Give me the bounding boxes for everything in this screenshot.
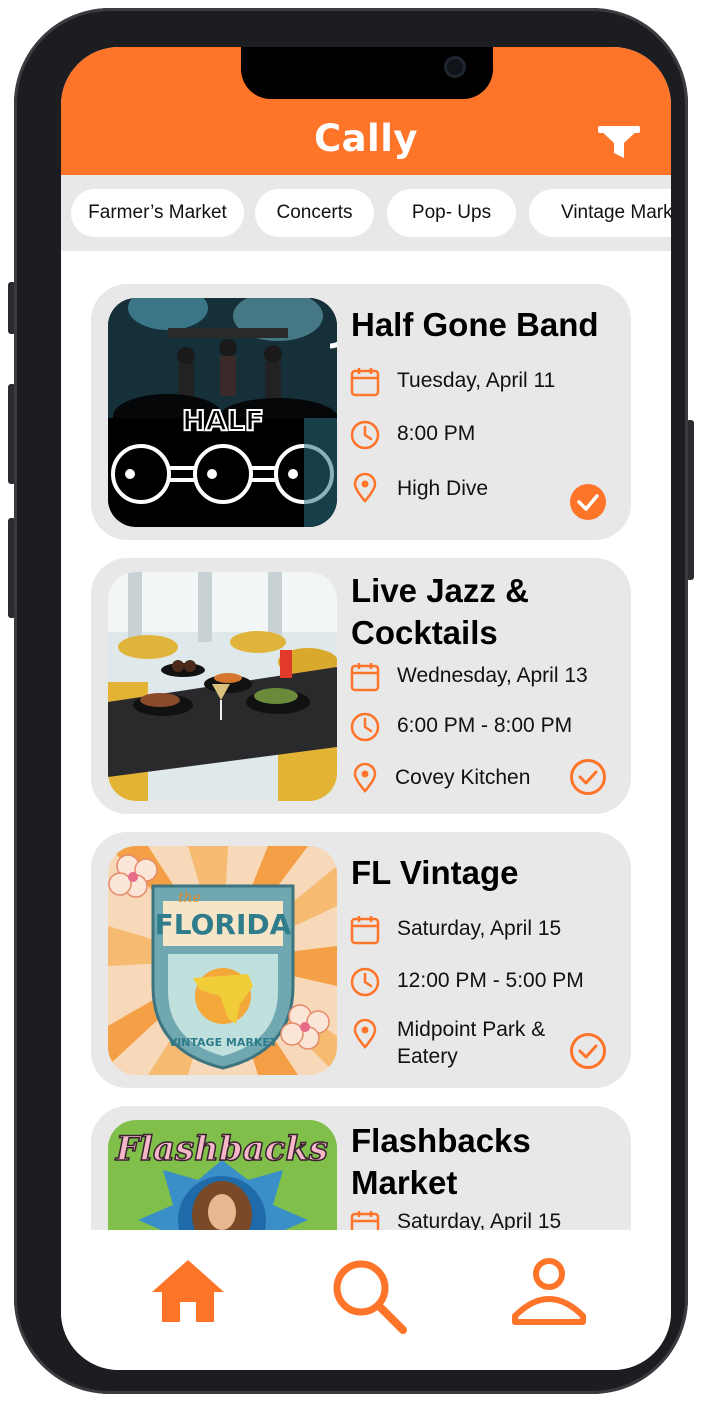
event-card[interactable]: Flashbacks Flashbacks Market Saturday, A… — [91, 1106, 631, 1230]
filter-button[interactable] — [597, 125, 641, 161]
chip-vintage-markets[interactable]: Vintage Markets — [529, 189, 671, 237]
event-date: Tuesday, April 11 — [397, 369, 556, 392]
chip-farmers-market[interactable]: Farmer’s Market — [71, 189, 244, 237]
event-image — [108, 572, 337, 801]
calendar-icon — [350, 1211, 380, 1230]
event-location-line-2: Eatery — [397, 1045, 458, 1068]
save-check-icon[interactable] — [569, 1032, 607, 1070]
app-screen: Cally Farmer’s Market Concerts Pop- Ups … — [61, 47, 671, 1370]
event-title-line-1: Live Jazz & — [351, 572, 529, 609]
flashbacks-market-poster: Flashbacks — [108, 1120, 337, 1230]
event-location: High Dive — [397, 477, 489, 500]
event-location: Midpoint Park & Eatery — [397, 1016, 545, 1070]
clock-icon — [350, 420, 380, 450]
event-date: Saturday, April 15 — [397, 917, 562, 940]
event-title: Flashbacks Market — [351, 1120, 621, 1204]
calendar-icon — [350, 368, 380, 397]
app-header: Cally — [61, 47, 671, 175]
user-icon[interactable] — [511, 1258, 587, 1326]
band-concert-image: HALF — [108, 298, 337, 527]
event-time: 8:00 PM — [397, 422, 476, 445]
location-pin-icon — [353, 762, 377, 793]
event-date: Wednesday, April 13 — [397, 664, 588, 687]
event-title-line-2: Cocktails — [351, 614, 498, 651]
event-card[interactable]: the FLORIDA VINTAGE MARKET FL Vintage Sa… — [91, 832, 631, 1088]
event-title: Half Gone Band — [351, 306, 599, 343]
location-pin-icon — [353, 472, 377, 503]
event-time: 12:00 PM - 5:00 PM — [397, 969, 584, 992]
event-location-line-1: Midpoint Park & — [397, 1018, 546, 1041]
restaurant-table-image — [108, 572, 337, 801]
event-image: HALF — [108, 298, 337, 527]
logo-bottom-text: VINTAGE MARKET — [169, 1036, 278, 1049]
bottom-tab-bar — [61, 1230, 671, 1370]
filter-icon — [598, 126, 640, 158]
calendar-icon — [350, 916, 380, 945]
event-title: FL Vintage — [351, 854, 519, 891]
band-logo-text: HALF — [182, 404, 264, 437]
event-card[interactable]: Live Jazz & Cocktails Wednesday, April 1… — [91, 558, 631, 814]
event-card[interactable]: HALF Half Gone Band Tuesday, April 11 8:… — [91, 284, 631, 540]
event-feed[interactable]: HALF Half Gone Band Tuesday, April 11 8:… — [61, 251, 671, 1230]
poster-title-text: Flashbacks — [115, 1129, 328, 1169]
florida-vintage-market-logo: the FLORIDA VINTAGE MARKET — [108, 846, 337, 1075]
save-check-icon[interactable] — [569, 758, 607, 796]
search-icon[interactable] — [331, 1258, 409, 1336]
event-image: the FLORIDA VINTAGE MARKET — [108, 846, 337, 1075]
event-title: Live Jazz & Cocktails — [351, 570, 621, 654]
event-title-line-1: Flashbacks — [351, 1122, 531, 1159]
home-icon[interactable] — [150, 1258, 226, 1324]
chip-concerts[interactable]: Concerts — [255, 189, 374, 237]
clock-icon — [350, 712, 380, 742]
clock-icon — [350, 967, 380, 997]
phone-frame: Cally Farmer’s Market Concerts Pop- Ups … — [14, 8, 688, 1394]
logo-main-text: FLORIDA — [155, 908, 292, 941]
calendar-icon — [350, 663, 380, 692]
event-date: Saturday, April 15 — [397, 1210, 562, 1230]
category-chip-bar[interactable]: Farmer’s Market Concerts Pop- Ups Vintag… — [61, 175, 671, 251]
saved-check-icon[interactable] — [569, 483, 607, 521]
camera-dot — [444, 56, 466, 78]
event-title-line-2: Market — [351, 1164, 458, 1201]
app-title: Cally — [313, 117, 419, 160]
location-pin-icon — [353, 1018, 377, 1049]
event-time: 6:00 PM - 8:00 PM — [397, 714, 573, 737]
logo-small-text: the — [178, 890, 201, 906]
chip-pop-ups[interactable]: Pop- Ups — [387, 189, 516, 237]
event-location: Covey Kitchen — [395, 766, 531, 789]
event-image: Flashbacks — [108, 1120, 337, 1230]
device-notch — [241, 47, 493, 99]
